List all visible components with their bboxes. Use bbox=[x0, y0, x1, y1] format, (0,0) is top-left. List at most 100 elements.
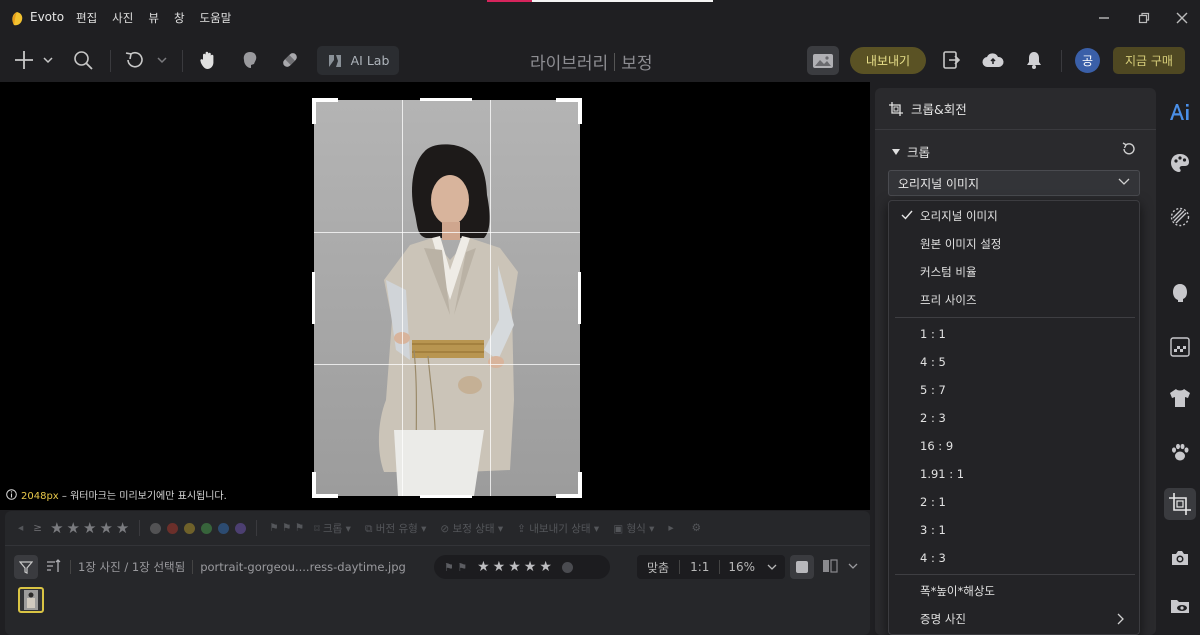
color-tool-button[interactable] bbox=[1168, 151, 1192, 175]
panel-title: 크롭&회전 bbox=[911, 102, 967, 117]
option-ratio-5-7[interactable]: 5 : 7 bbox=[889, 376, 1139, 404]
export-queue-button[interactable] bbox=[940, 48, 962, 72]
ai-lab-label: AI Lab bbox=[350, 53, 390, 68]
star-icon: ★ bbox=[523, 559, 537, 575]
clothing-tool-button[interactable] bbox=[1168, 386, 1192, 410]
rating-compare-icon[interactable]: ≥ bbox=[33, 522, 42, 534]
maximize-button[interactable] bbox=[1132, 8, 1156, 28]
close-button[interactable] bbox=[1170, 8, 1194, 28]
option-ratio-1-1[interactable]: 1 : 1 bbox=[889, 320, 1139, 348]
camera-tool-button[interactable] bbox=[1168, 546, 1192, 570]
evoto-logo-icon bbox=[12, 12, 23, 26]
cloud-button[interactable] bbox=[981, 48, 1005, 72]
face-icon bbox=[243, 52, 257, 68]
face-shape-tool-button[interactable] bbox=[1168, 281, 1192, 305]
color-dot-none bbox=[150, 522, 162, 534]
background-tool-button[interactable] bbox=[1168, 335, 1192, 359]
menu-edit[interactable]: 편집 bbox=[76, 10, 97, 26]
flag-filter-icon[interactable]: ⚑ ⚑ ⚑ bbox=[269, 522, 304, 534]
notification-button[interactable] bbox=[1023, 48, 1045, 72]
color-label-filter[interactable] bbox=[150, 522, 247, 534]
preset-tool-button[interactable] bbox=[1168, 594, 1192, 618]
add-button[interactable] bbox=[14, 48, 56, 72]
crop-handle-right[interactable] bbox=[578, 272, 581, 324]
compare-view-button[interactable] bbox=[822, 559, 858, 573]
star-rating[interactable]: ★ ★ ★ ★ ★ bbox=[477, 559, 552, 575]
scroll-left-icon[interactable]: ◂ bbox=[18, 522, 23, 534]
option-width-height-resolution[interactable]: 폭*높이*해상도 bbox=[889, 577, 1139, 605]
tab-library[interactable]: 라이브러리 bbox=[530, 49, 608, 74]
reset-icon[interactable] bbox=[1121, 141, 1137, 157]
option-source-image-setting[interactable]: 원본 이미지 설정 bbox=[889, 230, 1139, 258]
crop-handle-bottom-left[interactable] bbox=[312, 472, 316, 498]
filmstrip-thumbnail[interactable] bbox=[18, 587, 44, 613]
pet-tool-button[interactable] bbox=[1168, 440, 1192, 464]
ai-lab-button[interactable]: AI Lab bbox=[317, 46, 399, 75]
texture-tool-button[interactable] bbox=[1168, 205, 1192, 229]
filter-edit-status[interactable]: ⊘ 보정 상태 ▾ bbox=[440, 521, 503, 536]
ai-icon bbox=[1170, 104, 1189, 120]
tab-edit[interactable]: 보정 bbox=[621, 49, 652, 74]
aspect-ratio-select[interactable]: 오리지널 이미지 bbox=[888, 170, 1140, 196]
crop-handle-top[interactable] bbox=[420, 98, 472, 101]
single-view-button[interactable] bbox=[790, 555, 814, 579]
star-rating-filter[interactable]: ★ ★ ★ ★ ★ bbox=[50, 519, 129, 537]
zoom-select[interactable]: 16% bbox=[720, 560, 785, 574]
menu-view[interactable]: 뷰 bbox=[148, 10, 159, 26]
photo-preview[interactable] bbox=[314, 100, 580, 496]
option-free-size[interactable]: 프리 사이즈 bbox=[889, 286, 1139, 314]
crop-rotate-icon bbox=[889, 101, 903, 116]
preview-button[interactable] bbox=[807, 46, 839, 75]
zoom-fit-button[interactable]: 맞춤 bbox=[637, 559, 679, 576]
option-ratio-4-5[interactable]: 4 : 5 bbox=[889, 348, 1139, 376]
pan-tool-button[interactable] bbox=[196, 48, 220, 72]
face-tool-button[interactable] bbox=[238, 48, 262, 72]
zoom-controls: 맞춤 1:1 16% bbox=[637, 555, 786, 579]
scroll-right-icon[interactable]: ▸ bbox=[668, 522, 673, 534]
option-ratio-16-9[interactable]: 16 : 9 bbox=[889, 432, 1139, 460]
filter-format[interactable]: ▣ 형식 ▾ bbox=[613, 521, 654, 536]
menu-window[interactable]: 창 bbox=[174, 10, 185, 26]
crop-handle-top-left[interactable] bbox=[312, 98, 316, 124]
head-icon bbox=[1173, 284, 1187, 302]
option-id-photo[interactable]: 증명 사진 bbox=[889, 605, 1139, 633]
heal-tool-button[interactable] bbox=[278, 48, 302, 72]
grid-line bbox=[402, 100, 403, 496]
filter-export-status[interactable]: ⇪ 내보내기 상태 ▾ bbox=[517, 521, 599, 536]
color-label-dot[interactable] bbox=[561, 561, 573, 573]
filter-crop[interactable]: ⌑ 크롭 ▾ bbox=[314, 521, 351, 536]
divider bbox=[192, 560, 194, 574]
option-ratio-1-91-1[interactable]: 1.91 : 1 bbox=[889, 460, 1139, 488]
zoom-1to1-button[interactable]: 1:1 bbox=[680, 560, 719, 574]
crop-handle-bottom[interactable] bbox=[420, 495, 472, 498]
avatar[interactable]: 공 bbox=[1075, 48, 1100, 73]
option-ratio-4-3[interactable]: 4 : 3 bbox=[889, 544, 1139, 572]
option-ratio-2-1[interactable]: 2 : 1 bbox=[889, 488, 1139, 516]
chevron-down-icon bbox=[1118, 178, 1130, 185]
sort-icon bbox=[47, 558, 61, 572]
sort-button[interactable] bbox=[46, 558, 62, 576]
color-dot-purple bbox=[235, 522, 247, 534]
crop-section-toggle[interactable]: 크롭 bbox=[891, 142, 930, 161]
crop-handle-left[interactable] bbox=[312, 272, 315, 324]
option-ratio-2-3[interactable]: 2 : 3 bbox=[889, 404, 1139, 432]
export-button[interactable]: 내보내기 bbox=[850, 47, 926, 74]
star-icon: ★ bbox=[508, 559, 521, 575]
crop-handle-top-right[interactable] bbox=[578, 98, 582, 124]
option-original-image[interactable]: 오리지널 이미지 bbox=[889, 202, 1139, 230]
settings-icon[interactable]: ⚙ bbox=[692, 522, 701, 534]
ai-tool-button[interactable] bbox=[1168, 100, 1192, 124]
minimize-button[interactable] bbox=[1092, 8, 1116, 28]
filter-toggle-button[interactable] bbox=[14, 555, 38, 579]
menu-help[interactable]: 도움말 bbox=[200, 10, 232, 26]
buy-now-button[interactable]: 지금 구매 bbox=[1113, 47, 1185, 74]
option-ratio-3-1[interactable]: 3 : 1 bbox=[889, 516, 1139, 544]
crop-handle-bottom-right[interactable] bbox=[578, 472, 582, 498]
flag-icon[interactable]: ⚑ ⚑ bbox=[444, 561, 467, 574]
undo-button[interactable] bbox=[124, 48, 170, 72]
crop-tool-button[interactable] bbox=[1164, 488, 1196, 520]
search-button[interactable] bbox=[71, 48, 95, 72]
menu-photo[interactable]: 사진 bbox=[112, 10, 133, 26]
filter-version[interactable]: ⧉ 버전 유형 ▾ bbox=[365, 521, 426, 536]
option-custom-ratio[interactable]: 커스텀 비율 bbox=[889, 258, 1139, 286]
